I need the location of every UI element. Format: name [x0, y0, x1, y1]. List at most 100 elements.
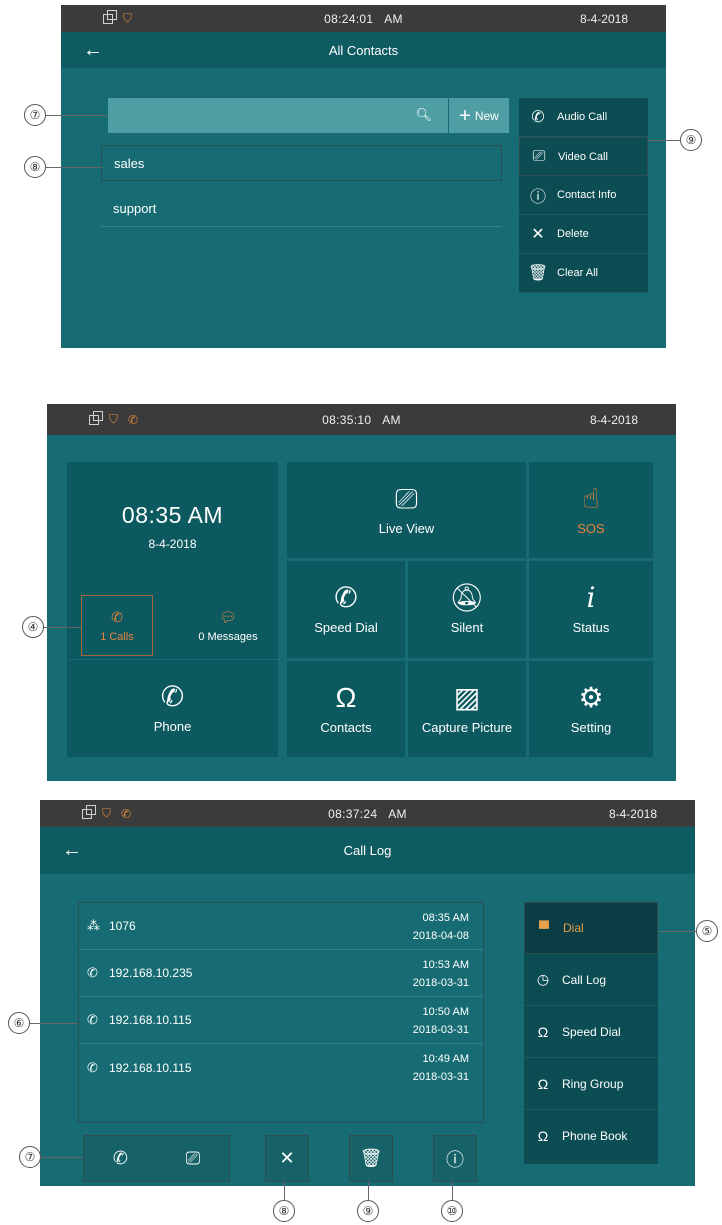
phone-icon: ✆ — [531, 109, 545, 126]
phone-tile[interactable]: ✆ Phone — [67, 659, 278, 757]
callout-10: ⑩ — [441, 1200, 463, 1222]
callout-4: ④ — [22, 616, 44, 638]
callout-9: ⑨ — [680, 129, 702, 151]
log-row[interactable]: ✆ 192.168.10.115 10:49 AM 2018-03-31 — [79, 1044, 483, 1091]
leader-line — [46, 167, 102, 168]
dial-menu-item[interactable]: ▀ Dial — [524, 902, 658, 954]
callout-6: ⑥ — [8, 1012, 30, 1034]
shield-icon: ⛉ — [102, 806, 112, 820]
messages-button[interactable]: 💬︎ 0 Messages — [183, 595, 273, 656]
dialpad-icon: ▀ — [539, 920, 549, 936]
leader-line — [368, 1182, 369, 1200]
camera-icon: ⎚ — [395, 482, 418, 514]
clock-time: 08:35 AM — [121, 502, 224, 528]
video-call-icon[interactable]: ⎚ — [186, 1148, 200, 1169]
audio-call-menu-item[interactable]: ✆ Audio Call — [519, 98, 648, 137]
contact-context-menu: ✆ Audio Call ⎚ Video Call ⓘ Contact Info… — [519, 98, 648, 293]
ring-group-menu-item[interactable]: Ω Ring Group — [524, 1058, 658, 1110]
page-title: Call Log — [343, 843, 392, 858]
contact-row-support[interactable]: support — [101, 191, 502, 227]
camera-icon: ⎚ — [532, 147, 546, 165]
back-arrow-icon[interactable]: ← — [83, 39, 103, 62]
info-button[interactable]: ⓘ — [433, 1135, 477, 1182]
all-contacts-screen: ⛉ 08:24:01 AM 8-4-2018 ← All Contacts 🔍︎… — [61, 5, 666, 348]
status-time: 08:35:10 AM — [322, 412, 401, 427]
setting-tile[interactable]: ⚙ Setting — [529, 661, 653, 757]
contacts-icon: Ω — [537, 1023, 549, 1040]
status-tile[interactable]: i Status — [529, 561, 653, 658]
speed-dial-icon: ✆ — [334, 582, 358, 613]
outgoing-call-icon: ✆ — [87, 965, 98, 980]
clock-date: 8-4-2018 — [148, 537, 197, 551]
clear-all-menu-item[interactable]: 🗑︎ Clear All — [519, 254, 648, 293]
callout-9b: ⑨ — [357, 1200, 379, 1222]
call-log-menu-item[interactable]: ◷ Call Log — [524, 954, 658, 1006]
window-icon — [89, 410, 103, 425]
sos-tile[interactable]: ☝ SOS — [529, 462, 653, 558]
phone-icon: ✆ — [160, 681, 185, 712]
callout-7b: ⑦ — [19, 1146, 41, 1168]
back-arrow-icon[interactable]: ← — [62, 839, 82, 862]
status-date: 8-4-2018 — [608, 806, 657, 821]
status-time: 08:37:24 AM — [328, 806, 407, 821]
search-input[interactable]: 🔍︎ — [108, 98, 448, 133]
callout-5: ⑤ — [696, 920, 718, 942]
search-icon[interactable]: 🔍︎ — [415, 107, 432, 123]
contacts-icon: Ω — [335, 681, 357, 713]
page-title: All Contacts — [328, 42, 399, 58]
trash-icon: 🗑︎ — [359, 1148, 383, 1168]
clock-icon: ◷ — [536, 971, 550, 987]
leader-line — [648, 140, 680, 141]
close-icon: ✕ — [531, 226, 545, 243]
call-log-list: ⁂ 1076 08:35 AM 2018-04-08 ✆ 192.168.10.2… — [78, 902, 484, 1123]
info-icon: i — [586, 581, 596, 614]
leader-line — [46, 115, 108, 116]
contacts-tile[interactable]: Ω Contacts — [287, 661, 405, 757]
close-icon: ✕ — [279, 1148, 295, 1168]
video-call-menu-item[interactable]: ⎚ Video Call — [519, 137, 648, 176]
message-icon: 💬︎ — [219, 608, 237, 625]
phone-book-menu-item[interactable]: Ω Phone Book — [524, 1110, 658, 1162]
status-time: 08:24:01 AM — [324, 11, 403, 26]
info-icon: ⓘ — [529, 189, 546, 206]
call-log-side-menu: ▀ Dial ◷ Call Log Ω Speed Dial Ω Ring Gr… — [524, 902, 658, 1164]
window-icon — [82, 804, 96, 819]
speed-dial-menu-item[interactable]: Ω Speed Dial — [524, 1006, 658, 1058]
audio-call-icon[interactable]: ✆ — [113, 1148, 128, 1169]
status-bar: ⛉ 08:24:01 AM 8-4-2018 — [61, 5, 666, 32]
phone-icon: ✆ — [121, 806, 132, 821]
clear-all-button[interactable]: 🗑︎ — [349, 1135, 393, 1182]
contact-info-menu-item[interactable]: ⓘ Contact Info — [519, 176, 648, 215]
leader-line — [284, 1182, 285, 1200]
network-icon: ⁂ — [87, 918, 100, 933]
status-bar: ⛉ ✆ 08:35:10 AM 8-4-2018 — [47, 404, 676, 435]
home-screen: ⛉ ✆ 08:35:10 AM 8-4-2018 08:35 AM 8-4-20… — [47, 404, 676, 781]
image-icon: ▨ — [453, 681, 481, 713]
trash-icon: 🗑︎ — [527, 265, 549, 282]
new-contact-button[interactable]: + New — [449, 98, 509, 133]
live-view-tile[interactable]: ⎚ Live View — [287, 462, 526, 558]
delete-menu-item[interactable]: ✕ Delete — [519, 215, 648, 254]
shield-icon: ⛉ — [123, 11, 133, 25]
call-actions-group: ✆ ⎚ — [83, 1135, 230, 1182]
silent-tile[interactable]: 🔕︎ Silent — [408, 561, 526, 658]
log-row[interactable]: ✆ 192.168.10.235 10:53 AM 2018-03-31 — [79, 950, 483, 997]
leader-line — [452, 1182, 453, 1200]
contacts-icon: Ω — [537, 1075, 549, 1092]
callout-7: ⑦ — [24, 104, 46, 126]
title-bar: ← Call Log — [40, 827, 695, 874]
gear-icon: ⚙ — [578, 681, 604, 713]
log-row[interactable]: ⁂ 1076 08:35 AM 2018-04-08 — [79, 903, 483, 950]
hand-pointer-icon: ☝ — [582, 482, 600, 514]
contact-row-sales[interactable]: sales — [101, 145, 502, 181]
status-date: 8-4-2018 — [579, 11, 628, 26]
log-row[interactable]: ✆ 192.168.10.115 10:50 AM 2018-03-31 — [79, 997, 483, 1044]
status-date: 8-4-2018 — [589, 412, 638, 427]
calls-button[interactable]: ✆ 1 Calls — [81, 595, 153, 656]
delete-button[interactable]: ✕ — [265, 1135, 309, 1182]
plus-icon: + — [459, 104, 471, 127]
speed-dial-tile[interactable]: ✆ Speed Dial — [287, 561, 405, 658]
capture-picture-tile[interactable]: ▨ Capture Picture — [408, 661, 526, 757]
callout-8b: ⑧ — [273, 1200, 295, 1222]
phone-icon: ✆ — [111, 608, 123, 625]
